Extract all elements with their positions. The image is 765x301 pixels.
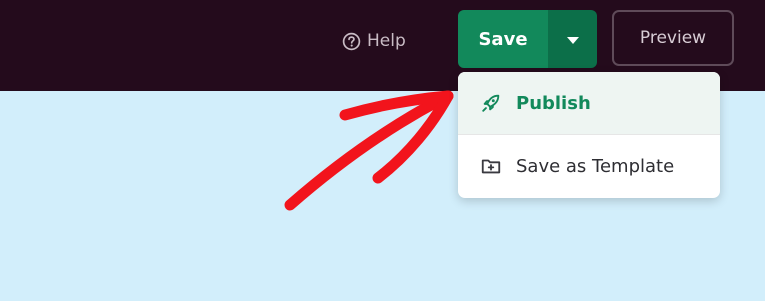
menu-item-publish-label: Publish — [516, 92, 591, 114]
save-dropdown-menu: Publish Save as Template — [458, 72, 720, 198]
help-link[interactable]: Help — [342, 29, 406, 53]
preview-button[interactable]: Preview — [612, 10, 734, 66]
folder-plus-icon — [480, 155, 502, 177]
rocket-icon — [480, 92, 502, 114]
save-button[interactable]: Save — [458, 10, 548, 68]
menu-item-publish[interactable]: Publish — [458, 72, 720, 134]
help-label: Help — [367, 31, 406, 51]
menu-item-save-as-template[interactable]: Save as Template — [458, 135, 720, 197]
menu-item-save-as-template-label: Save as Template — [516, 155, 675, 177]
help-circle-icon — [342, 32, 361, 51]
caret-down-icon — [566, 30, 580, 49]
save-button-group: Save — [458, 10, 597, 68]
save-options-toggle[interactable] — [548, 10, 597, 68]
